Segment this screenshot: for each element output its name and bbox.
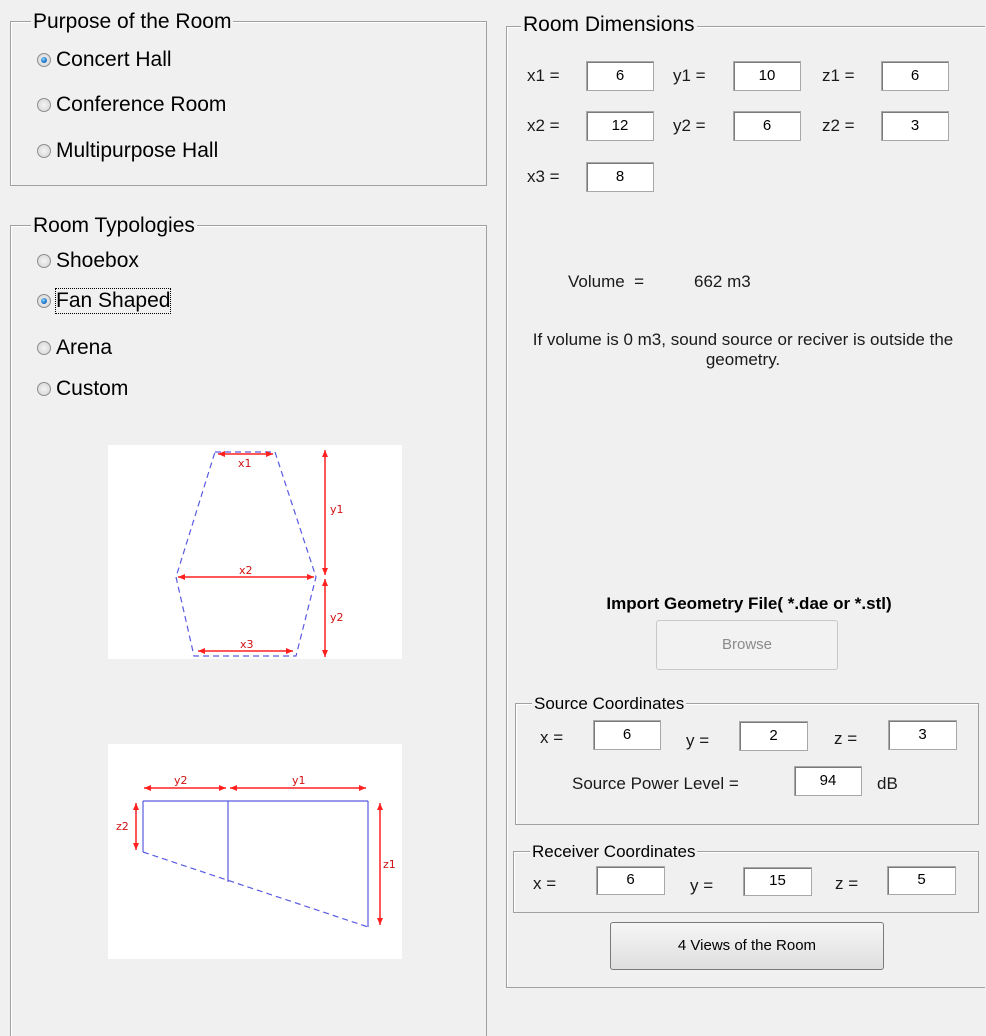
radio-label: Multipurpose Hall: [56, 139, 219, 162]
y1-label: y1 =: [673, 66, 706, 85]
radio-multipurpose-hall[interactable]: Multipurpose Hall: [37, 139, 218, 163]
z1-label: z1 =: [822, 66, 855, 85]
four-views-button[interactable]: 4 Views of the Room: [610, 922, 884, 970]
dimensions-panel-title: Room Dimensions: [521, 13, 697, 37]
receiver-y-input[interactable]: 15: [743, 867, 812, 896]
plan-y2-label: y2: [330, 611, 344, 624]
radio-unselected-icon: [37, 254, 51, 268]
volume-note: If volume is 0 m3, sound source or reciv…: [532, 330, 954, 369]
fan-section-diagram: y2 y1 z2 z1: [108, 744, 402, 959]
source-panel-title: Source Coordinates: [532, 694, 687, 714]
plan-y1-label: y1: [330, 503, 344, 516]
radio-label: Shoebox: [56, 249, 139, 272]
radio-label: Custom: [56, 377, 129, 400]
radio-fan-shaped[interactable]: Fan Shaped: [37, 288, 172, 314]
y2-input[interactable]: 6: [733, 111, 801, 141]
source-z-label: z =: [834, 729, 858, 748]
section-y1-label: y1: [292, 774, 306, 787]
source-y-input[interactable]: 2: [739, 721, 808, 751]
purpose-panel-title: Purpose of the Room: [31, 10, 234, 34]
x3-label: x3 =: [527, 167, 560, 186]
source-y-label: y =: [686, 731, 710, 750]
radio-arena[interactable]: Arena: [37, 336, 112, 360]
receiver-z-label: z =: [835, 874, 859, 893]
import-title: Import Geometry File( *.dae or *.stl): [606, 594, 892, 613]
radio-label: Concert Hall: [56, 48, 172, 71]
fan-plan-svg: x1 x2 x3 y1 y2: [175, 450, 344, 657]
radio-custom[interactable]: Custom: [37, 377, 128, 401]
radio-conference-room[interactable]: Conference Room: [37, 93, 226, 117]
plan-x3-label: x3: [240, 638, 254, 651]
y2-label: y2 =: [673, 116, 706, 135]
section-z1-label: z1: [383, 858, 396, 871]
source-power-unit: dB: [877, 774, 898, 793]
fan-plan-diagram: x1 x2 x3 y1 y2: [108, 445, 402, 659]
z2-input[interactable]: 3: [881, 111, 949, 141]
plan-x2-label: x2: [239, 564, 253, 577]
typology-panel-title: Room Typologies: [31, 214, 197, 238]
y1-input[interactable]: 10: [733, 61, 801, 91]
x1-input[interactable]: 6: [586, 61, 654, 91]
radio-unselected-icon: [37, 144, 51, 158]
x2-input[interactable]: 12: [586, 111, 654, 141]
z2-label: z2 =: [822, 116, 855, 135]
section-y2-label: y2: [174, 774, 188, 787]
radio-unselected-icon: [37, 382, 51, 396]
x1-label: x1 =: [527, 66, 560, 85]
radio-concert-hall[interactable]: Concert Hall: [37, 48, 172, 72]
radio-label: Conference Room: [56, 93, 227, 116]
radio-unselected-icon: [37, 341, 51, 355]
receiver-panel-title: Receiver Coordinates: [530, 842, 698, 862]
browse-button[interactable]: Browse: [656, 620, 838, 670]
plan-x1-label: x1: [238, 457, 252, 470]
radio-label: Fan Shaped: [54, 288, 172, 314]
source-power-input[interactable]: 94: [794, 766, 862, 796]
fan-section-svg: y2 y1 z2 z1: [116, 774, 396, 928]
radio-selected-icon: [37, 53, 51, 67]
receiver-z-input[interactable]: 5: [887, 866, 956, 895]
source-power-label: Source Power Level =: [572, 774, 739, 793]
x3-input[interactable]: 8: [586, 162, 654, 192]
radio-shoebox[interactable]: Shoebox: [37, 249, 139, 273]
receiver-x-input[interactable]: 6: [596, 866, 665, 895]
volume-value: 662 m3: [694, 272, 751, 291]
section-z2-label: z2: [116, 820, 129, 833]
x2-label: x2 =: [527, 116, 560, 135]
z1-input[interactable]: 6: [881, 61, 949, 91]
radio-unselected-icon: [37, 98, 51, 112]
receiver-y-label: y =: [690, 876, 714, 895]
source-x-input[interactable]: 6: [593, 720, 661, 750]
receiver-x-label: x =: [533, 874, 557, 893]
source-x-label: x =: [540, 728, 564, 747]
volume-label: Volume =: [568, 272, 645, 291]
radio-label: Arena: [56, 336, 113, 359]
source-z-input[interactable]: 3: [888, 720, 957, 750]
radio-selected-icon: [37, 294, 51, 308]
